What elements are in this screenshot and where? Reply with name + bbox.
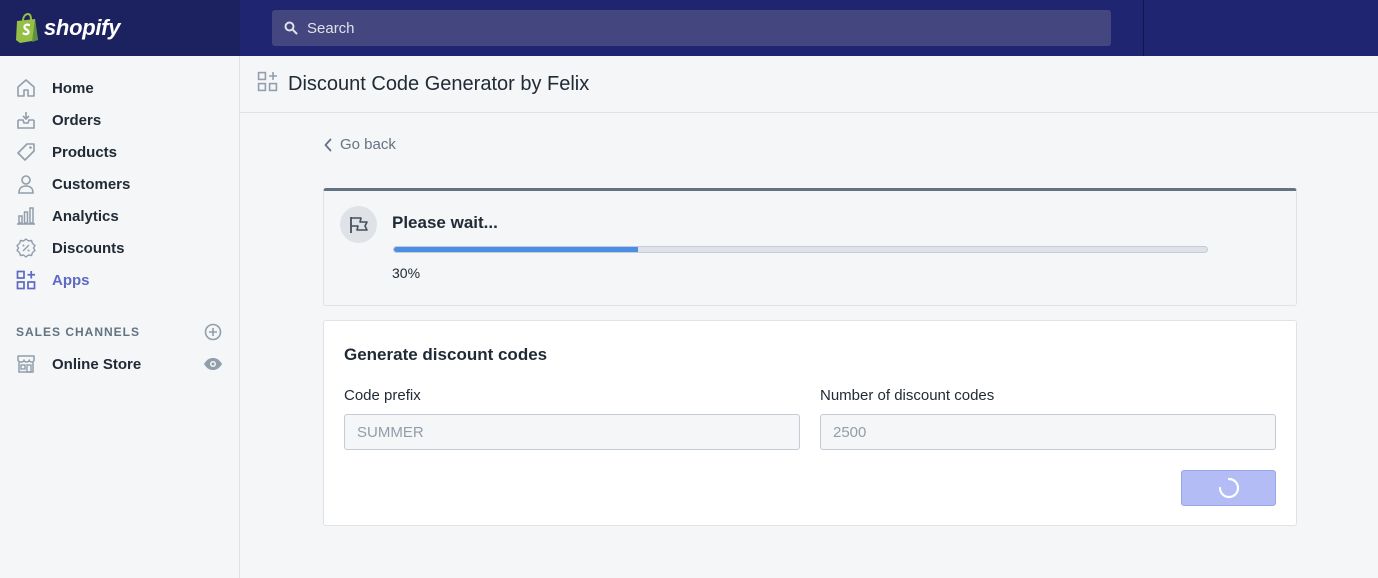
sidebar-item-apps[interactable]: Apps [0, 264, 239, 296]
orders-icon [15, 109, 37, 131]
discount-icon [15, 237, 37, 259]
discount-count-input[interactable] [820, 414, 1276, 450]
card-title: Generate discount codes [344, 345, 548, 364]
home-icon [15, 77, 37, 99]
sidebar-item-label: Apps [52, 271, 90, 289]
view-store-eye-icon[interactable] [203, 355, 223, 373]
sidebar-item-customers[interactable]: Customers [0, 168, 239, 200]
page-header: Discount Code Generator by Felix [240, 56, 1378, 113]
loading-spinner-icon [1218, 477, 1239, 499]
discount-count-label: Number of discount codes [820, 387, 995, 404]
generate-codes-card: Generate discount codes Code prefix Numb… [323, 320, 1297, 526]
sidebar-item-label: Orders [52, 111, 102, 129]
progress-bar-fill [394, 247, 638, 252]
sidebar-item-label: Customers [52, 175, 131, 193]
chevron-left-icon [324, 138, 332, 151]
page-title: Discount Code Generator by Felix [288, 72, 590, 95]
add-sales-channel-icon[interactable] [203, 322, 223, 342]
sidebar-item-label: Products [52, 143, 118, 161]
progress-bar [393, 246, 1208, 253]
sidebar: Home Orders Products Customers Analytics… [0, 56, 240, 578]
sidebar-item-label: Home [52, 79, 94, 97]
go-back-label: Go back [340, 136, 396, 153]
brand-name: shopify [44, 15, 121, 40]
store-icon [15, 353, 37, 375]
sidebar-item-discounts[interactable]: Discounts [0, 232, 239, 264]
shopify-bag-icon [14, 12, 40, 43]
sidebar-item-analytics[interactable]: Analytics [0, 200, 239, 232]
sidebar-item-label: Discounts [52, 239, 125, 257]
search-bar[interactable]: Search [272, 10, 1111, 46]
progress-percent: 30% [392, 265, 421, 281]
shopify-logo[interactable]: shopify [0, 0, 240, 56]
sales-channels-heading: SALES CHANNELS [16, 325, 141, 339]
apps-icon [257, 71, 278, 97]
flag-icon [340, 206, 377, 243]
top-bar-divider [1143, 0, 1144, 56]
sidebar-item-orders[interactable]: Orders [0, 104, 239, 136]
sidebar-item-products[interactable]: Products [0, 136, 239, 168]
person-icon [15, 173, 37, 195]
generate-button[interactable] [1181, 470, 1276, 506]
sidebar-item-home[interactable]: Home [0, 72, 239, 104]
search-icon [284, 21, 298, 35]
code-prefix-input[interactable] [344, 414, 800, 450]
bar-chart-icon [15, 205, 37, 227]
apps-icon [15, 269, 37, 291]
progress-banner: Please wait... 30% [323, 188, 1297, 306]
banner-title: Please wait... [392, 213, 498, 232]
sidebar-item-label: Online Store [52, 355, 142, 373]
code-prefix-label: Code prefix [344, 387, 421, 404]
search-placeholder: Search [307, 19, 355, 37]
sidebar-item-online-store[interactable]: Online Store [0, 348, 190, 380]
sidebar-item-label: Analytics [52, 207, 119, 225]
tag-icon [15, 141, 37, 163]
go-back-link[interactable]: Go back [323, 136, 396, 153]
